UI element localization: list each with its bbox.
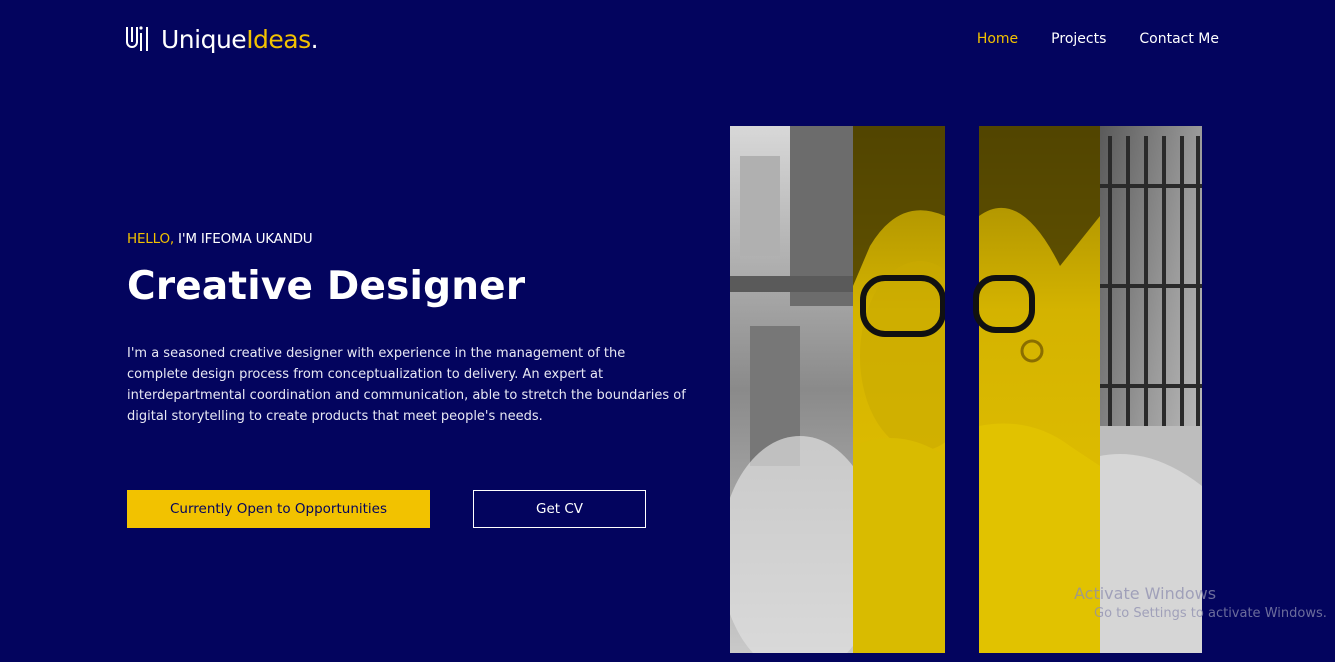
logo-accent: Ideas — [246, 24, 311, 54]
logo-name: Unique — [161, 24, 247, 54]
open-to-opportunities-button[interactable]: Currently Open to Opportunities — [127, 490, 430, 528]
watermark-title: Activate Windows — [1074, 584, 1217, 603]
logo-text: UniqueIdeas. — [161, 24, 319, 54]
hero-description: I'm a seasoned creative designer with ex… — [127, 346, 686, 424]
portrait-illustration — [730, 126, 1202, 653]
nav-contact[interactable]: Contact Me — [1139, 31, 1219, 47]
logo[interactable]: UniqueIdeas. — [125, 24, 319, 54]
nav-projects[interactable]: Projects — [1051, 31, 1106, 47]
nav-home[interactable]: Home — [977, 31, 1018, 47]
hero-portrait-image — [730, 126, 1202, 653]
main-nav: Home Projects Contact Me — [977, 31, 1219, 47]
watermark-subtitle: Go to Settings to activate Windows. — [1094, 606, 1327, 621]
greeting-name: I'M IFEOMA UKANDU — [173, 231, 313, 247]
logo-mark-icon — [126, 26, 148, 51]
hero-title: Creative Designer — [127, 264, 526, 309]
activate-windows-watermark: Activate Windows Go to Settings to activ… — [1074, 584, 1327, 621]
logo-dot: . — [310, 24, 319, 54]
hero-greeting: HELLO, I'M IFEOMA UKANDU — [127, 231, 313, 247]
page: UniqueIdeas. Home Projects Contact Me HE… — [0, 0, 1335, 662]
greeting-highlight: HELLO, — [127, 231, 174, 247]
get-cv-button[interactable]: Get CV — [473, 490, 646, 528]
